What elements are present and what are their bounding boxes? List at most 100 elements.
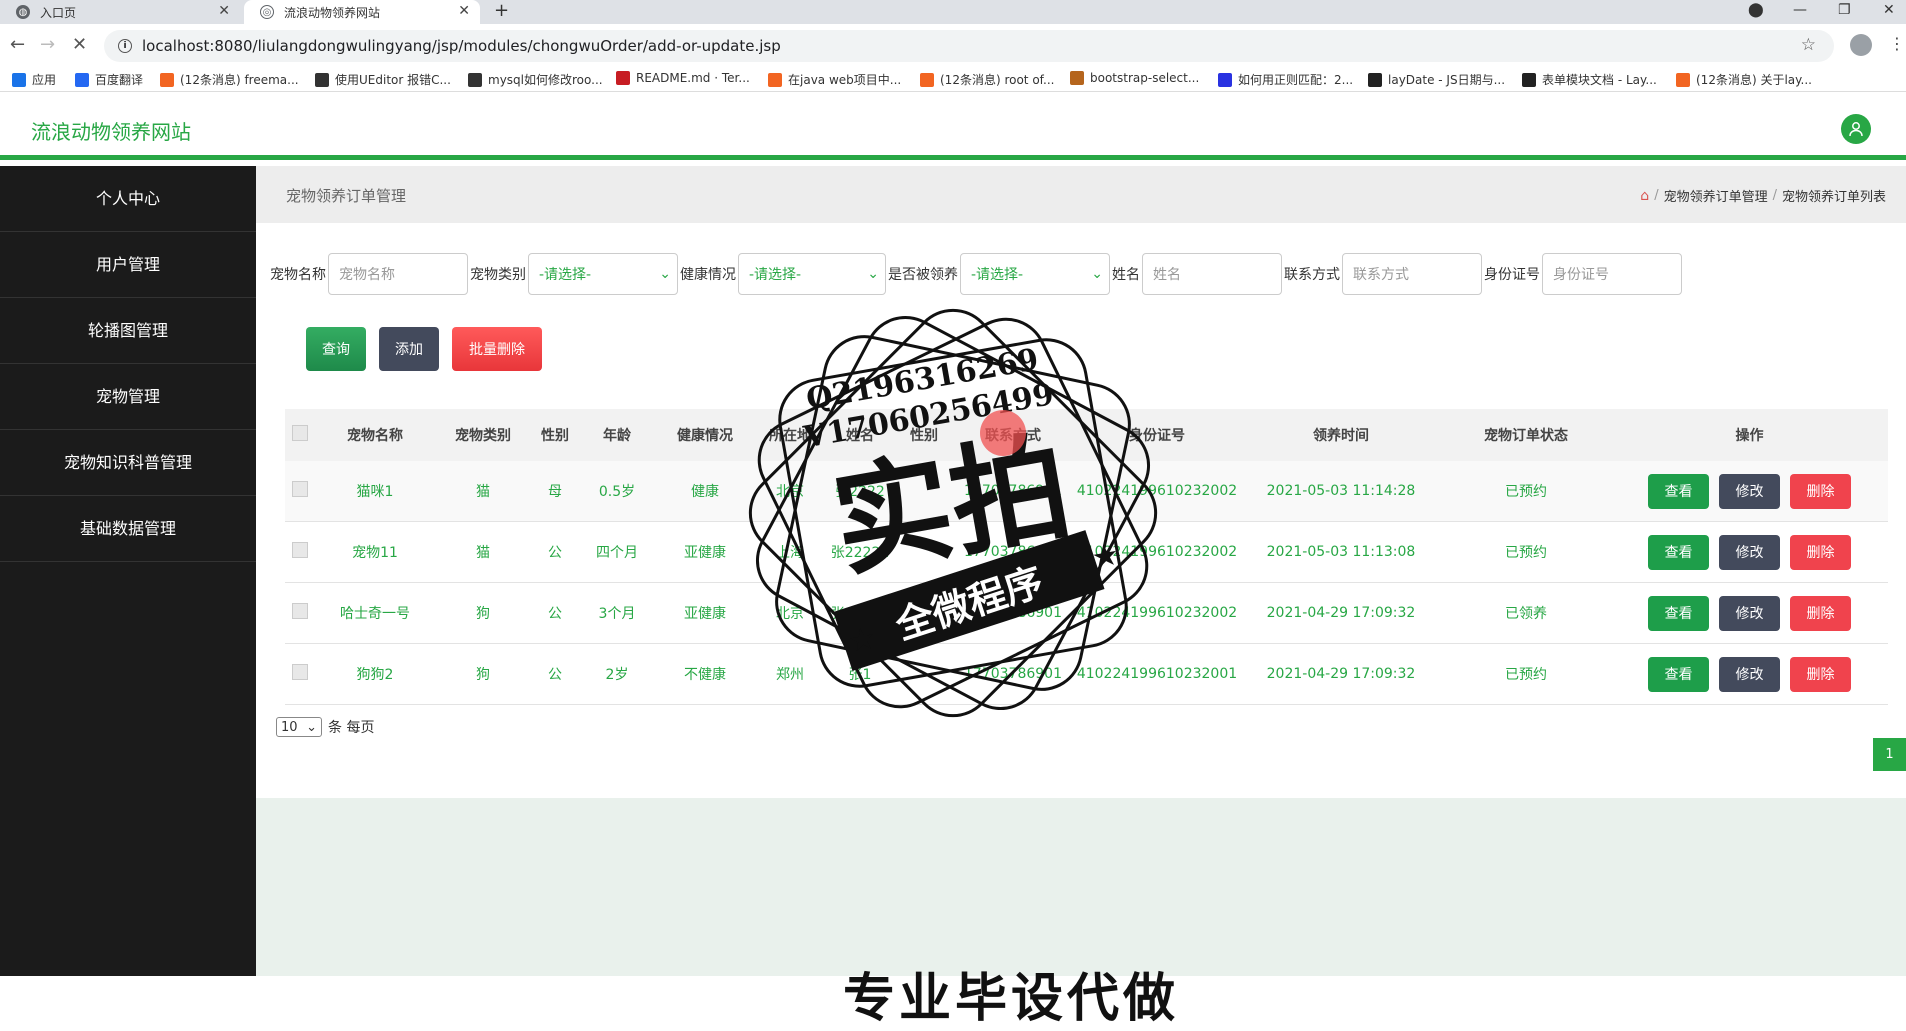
table-cell: 亚健康	[684, 606, 726, 622]
table-cell: 17703786902	[964, 544, 1062, 560]
table-cell: 四个月	[596, 545, 638, 561]
bookmark-item[interactable]: 如何用正则匹配：2...	[1218, 71, 1353, 88]
tab-search-icon[interactable]: ⬤	[1748, 2, 1764, 18]
sidebar-item-base-data[interactable]: 基础数据管理	[0, 496, 256, 562]
edit-button[interactable]: 修改	[1719, 473, 1780, 509]
row-checkbox[interactable]	[292, 603, 308, 619]
header-cell: 性别	[541, 428, 569, 444]
csdn-icon	[1676, 72, 1690, 87]
site-info-icon[interactable]: i	[118, 39, 132, 53]
home-icon[interactable]: ⌂	[1640, 188, 1649, 204]
bookmark-item[interactable]: mysql如何修改roo...	[468, 71, 603, 88]
site-brand[interactable]: 流浪动物领养网站	[31, 116, 191, 145]
bookmark-item[interactable]: (12条消息) 关于lay...	[1676, 71, 1812, 88]
edit-button[interactable]: 修改	[1719, 534, 1780, 570]
bookmark-item[interactable]: (12条消息) root of...	[920, 71, 1054, 88]
back-arrow-icon[interactable]: ←	[10, 34, 25, 55]
close-window-icon[interactable]: ✕	[1883, 2, 1895, 18]
bookmark-item[interactable]: layDate - JS日期与...	[1368, 71, 1505, 88]
layui-icon	[1368, 72, 1382, 87]
health-select[interactable]: -请选择- ⌄	[738, 253, 886, 295]
minimize-icon[interactable]: —	[1793, 2, 1807, 18]
chevron-down-icon: ⌄	[1091, 266, 1103, 282]
delete-button[interactable]: 删除	[1790, 656, 1851, 692]
delete-button[interactable]: 删除	[1790, 595, 1851, 631]
query-button[interactable]: 查询	[306, 327, 366, 371]
filter-label-name: 姓名	[1112, 267, 1140, 283]
filter-label-pet-type: 宠物类别	[470, 267, 526, 283]
table-cell: 410224199610232001	[1076, 666, 1238, 682]
table-header: 宠物名称宠物类别性别年龄健康情况所在地姓名性别联系方式身份证号领养时间宠物订单状…	[285, 409, 1888, 461]
kebab-menu-icon[interactable]: ⋮	[1889, 34, 1905, 53]
table-cell: 已预约	[1505, 545, 1547, 561]
table-cell: 亚健康	[684, 545, 726, 561]
filter-label-health: 健康情况	[680, 267, 736, 283]
chevron-down-icon: ⌄	[659, 266, 671, 282]
table-cell: 公	[548, 545, 562, 561]
page-size-select[interactable]: 10 ⌄	[276, 717, 322, 737]
apps-grid-icon	[12, 72, 26, 87]
row-checkbox[interactable]	[292, 542, 308, 558]
edit-button[interactable]: 修改	[1719, 595, 1780, 631]
chevron-down-icon: ⌄	[867, 266, 879, 282]
bookmark-item[interactable]: 在java web项目中...	[768, 71, 901, 88]
bookmark-item[interactable]: 百度翻译	[75, 71, 143, 88]
forward-arrow-icon[interactable]: →	[40, 34, 55, 55]
phone-input[interactable]: 联系方式	[1342, 253, 1482, 295]
breadcrumb-item[interactable]: 宠物领养订单管理	[1664, 186, 1768, 205]
select-all-checkbox[interactable]	[292, 425, 308, 441]
table-cell: 宠物11	[352, 545, 398, 561]
tab-entry-page[interactable]: ◍ 入口页 ✕	[0, 0, 240, 24]
bookmark-star-icon[interactable]: ☆	[1801, 35, 1816, 55]
pet-type-select[interactable]: -请选择- ⌄	[528, 253, 678, 295]
user-icon[interactable]	[1841, 114, 1871, 144]
close-tab-icon[interactable]: ✕	[458, 3, 470, 19]
view-button[interactable]: 查看	[1648, 595, 1709, 631]
new-tab-icon[interactable]: +	[494, 0, 509, 22]
page-header-bar: 宠物领养订单管理 ⌂ / 宠物领养订单管理 / 宠物领养订单列表	[256, 166, 1906, 223]
stop-loading-icon[interactable]: ✕	[72, 34, 87, 55]
row-checkbox[interactable]	[292, 481, 308, 497]
row-checkbox-cell	[285, 664, 315, 684]
adopted-select[interactable]: -请选择- ⌄	[960, 253, 1110, 295]
sidebar-item-user-management[interactable]: 用户管理	[0, 232, 256, 298]
close-tab-icon[interactable]: ✕	[218, 3, 230, 19]
baidu-paw-icon	[1218, 72, 1232, 87]
bookmark-item[interactable]: bootstrap-select...	[1070, 71, 1199, 85]
add-button[interactable]: 添加	[379, 327, 439, 371]
view-button[interactable]: 查看	[1648, 534, 1709, 570]
bookmark-item[interactable]: 应用	[12, 71, 56, 88]
view-button[interactable]: 查看	[1648, 473, 1709, 509]
bookmark-item[interactable]: (12条消息) freema...	[160, 71, 299, 88]
sidebar-item-carousel-management[interactable]: 轮播图管理	[0, 298, 256, 364]
sidebar: 个人中心 用户管理 轮播图管理 宠物管理 宠物知识科普管理 基础数据管理	[0, 166, 256, 976]
url-field[interactable]: i localhost:8080/liulangdongwulingyang/j…	[104, 30, 1834, 62]
row-checkbox[interactable]	[292, 664, 308, 680]
sidebar-item-personal-center[interactable]: 个人中心	[0, 166, 256, 232]
tab-adoption-site[interactable]: ◎ 流浪动物领养网站 ✕	[244, 0, 480, 24]
bookmark-item[interactable]: 表单模块文档 - Lay...	[1522, 71, 1657, 88]
profile-avatar-icon[interactable]	[1850, 34, 1872, 56]
bookmark-item[interactable]: 使用UEditor 报错C...	[315, 71, 451, 88]
bookmark-label: bootstrap-select...	[1090, 71, 1200, 85]
app-header: 流浪动物领养网站	[0, 93, 1906, 160]
sidebar-item-pet-management[interactable]: 宠物管理	[0, 364, 256, 430]
restore-icon[interactable]: ❐	[1838, 2, 1851, 18]
name-input[interactable]: 姓名	[1142, 253, 1282, 295]
page-number-button[interactable]: 1	[1873, 738, 1906, 771]
edit-button[interactable]: 修改	[1719, 656, 1780, 692]
csdn-icon	[920, 72, 934, 87]
sidebar-item-pet-knowledge[interactable]: 宠物知识科普管理	[0, 430, 256, 496]
table-cell: 张22222	[830, 606, 890, 622]
view-button[interactable]: 查看	[1648, 656, 1709, 692]
table-cell: 不健康	[684, 667, 726, 683]
delete-button[interactable]: 删除	[1790, 473, 1851, 509]
table-cell: 2021-04-29 17:09:32	[1266, 605, 1416, 621]
pet-name-input[interactable]: 宠物名称	[328, 253, 468, 295]
chevron-down-icon: ⌄	[306, 719, 317, 735]
idcard-input[interactable]: 身份证号	[1542, 253, 1682, 295]
address-bar-row: ← → ✕ i localhost:8080/liulangdongwuling…	[0, 24, 1906, 68]
bookmark-item[interactable]: README.md · Ter...	[616, 71, 750, 85]
batch-delete-button[interactable]: 批量删除	[452, 327, 542, 371]
delete-button[interactable]: 删除	[1790, 534, 1851, 570]
